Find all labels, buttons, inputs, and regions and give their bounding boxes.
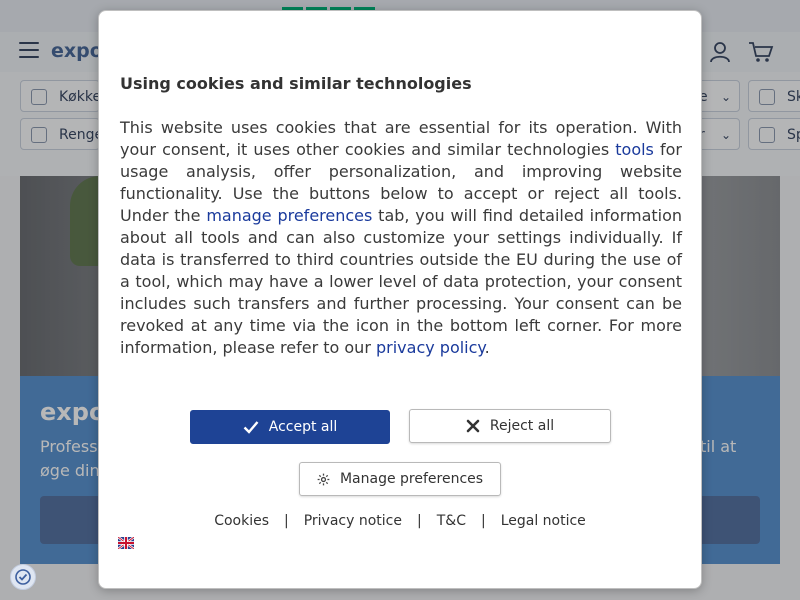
consent-settings-button[interactable] [10, 564, 36, 590]
footer-links: Cookies | Privacy notice | T&C | Legal notice [99, 513, 701, 529]
close-icon [466, 419, 480, 433]
cookies-link[interactable]: Cookies [214, 513, 269, 529]
terms-link[interactable]: T&C [437, 513, 466, 529]
dialog-body: This website uses cookies that are essen… [120, 117, 682, 359]
body-text: . [484, 338, 490, 357]
separator: | [480, 513, 486, 529]
check-icon [243, 421, 259, 434]
separator: | [417, 513, 422, 529]
body-text: This website uses cookies that are essen… [120, 118, 682, 159]
manage-preferences-label: Manage preferences [339, 471, 484, 487]
legal-notice-link[interactable]: Legal notice [501, 513, 586, 529]
privacy-notice-link[interactable]: Privacy notice [304, 513, 402, 529]
check-badge-icon [15, 569, 31, 585]
reject-all-button[interactable]: Reject all [409, 409, 611, 443]
accept-all-label: Accept all [268, 419, 338, 435]
dialog-title: Using cookies and similar technologies [120, 74, 472, 93]
separator: | [284, 513, 289, 529]
gear-icon [317, 473, 330, 485]
tools-link[interactable]: tools [615, 140, 654, 159]
privacy-policy-link[interactable]: privacy policy [376, 338, 485, 357]
manage-preferences-button[interactable]: Manage preferences [299, 462, 501, 496]
cookie-consent-dialog: Using cookies and similar technologies T… [98, 10, 702, 589]
language-flag-icon[interactable] [118, 537, 134, 549]
reject-all-label: Reject all [489, 418, 555, 434]
manage-preferences-link[interactable]: manage preferences [206, 206, 372, 225]
accept-all-button[interactable]: Accept all [190, 410, 390, 444]
body-text: tab, you will find detailed information … [120, 206, 683, 357]
